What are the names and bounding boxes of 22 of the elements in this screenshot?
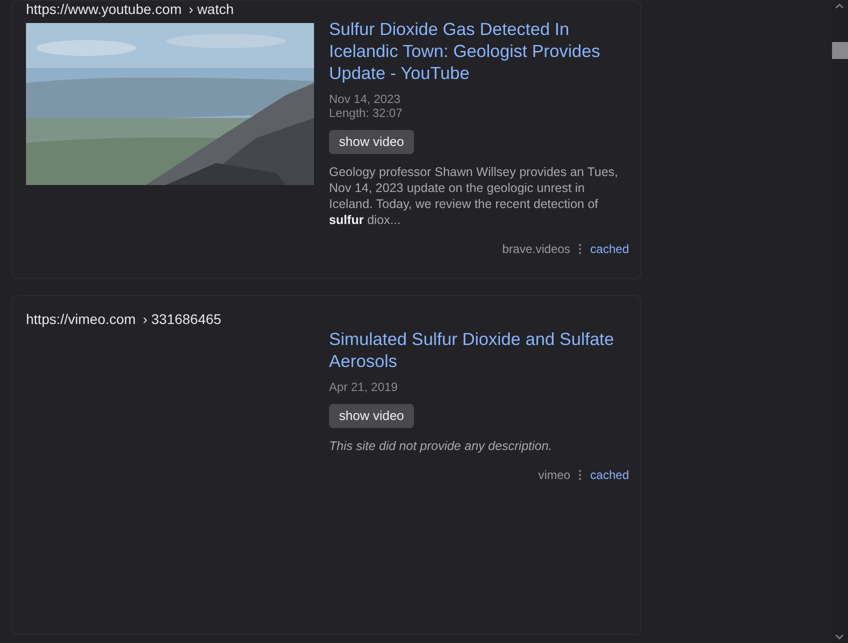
show-video-button[interactable]: show video: [329, 404, 414, 428]
scroll-up-icon[interactable]: [835, 3, 844, 9]
source-label: vimeo: [538, 467, 570, 484]
result-title[interactable]: Sulfur Dioxide Gas Detected In Icelandic Town: Geologist Provides Update - YouTube: [329, 18, 629, 84]
url-path: › 331686465: [142, 311, 222, 327]
cached-link[interactable]: cached: [590, 466, 629, 484]
description: This site did not provide any description.: [329, 438, 554, 454]
cached-link[interactable]: cached: [590, 240, 629, 258]
meta-text: Nov 14, 2023: [329, 92, 402, 106]
description: Geology professor Shawn Willsey provides an Tues, Nov 14, 2023 update on the geologic unrest in Iceland. Today, we review the recent detection of sulfur diox...: [329, 164, 620, 228]
show-video-button[interactable]: show video: [329, 130, 414, 154]
more-options-icon[interactable]: [579, 244, 582, 254]
scroll-down-icon[interactable]: [835, 634, 844, 640]
source-label: brave.videos: [502, 241, 570, 258]
more-options-icon[interactable]: [579, 470, 582, 480]
result-title[interactable]: Simulated Sulfur Dioxide and Sulfate Aerosols: [329, 328, 629, 372]
result-url[interactable]: https://www.youtube.com: [26, 1, 182, 17]
url-path: › watch: [188, 1, 234, 17]
result-url[interactable]: https://vimeo.com: [26, 311, 136, 327]
meta-text: Length: 32:07: [329, 106, 404, 120]
scroll-thumb[interactable]: [832, 42, 848, 59]
meta-text: Apr 21, 2019: [329, 380, 399, 394]
